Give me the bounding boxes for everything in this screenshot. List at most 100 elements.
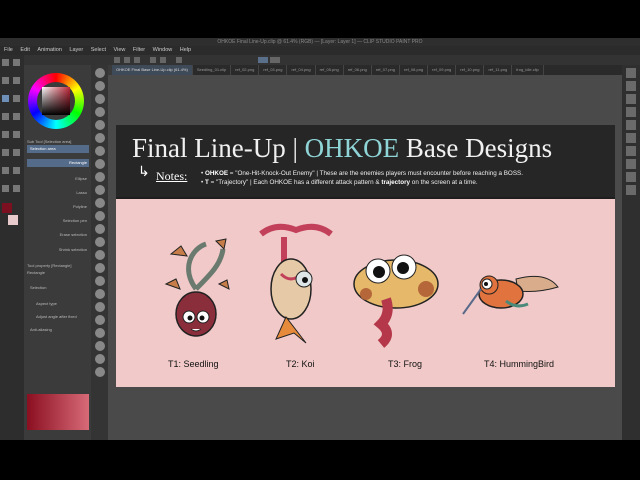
- sub-tool-group-selected[interactable]: Selection area: [27, 145, 89, 153]
- sub-tool-header: Sub Tool [Selection area]: [27, 139, 72, 144]
- tool-palette: [0, 55, 24, 440]
- layer-panel-icon[interactable]: [626, 68, 636, 78]
- sub-tool-item-selection-pen[interactable]: Selection pen: [27, 217, 89, 225]
- notes-arrow-icon: ↳: [138, 163, 150, 179]
- transform-icon[interactable]: [270, 57, 280, 63]
- menu-edit[interactable]: Edit: [20, 47, 29, 53]
- tab-doc[interactable]: ref_06.png: [344, 65, 372, 75]
- label-frog: T3: Frog: [388, 359, 423, 369]
- navigator-icon[interactable]: [626, 81, 636, 91]
- character-lineup: T1: Seedling T2: Koi T3: Frog T4: Hummin…: [116, 199, 615, 387]
- clear-icon[interactable]: [176, 57, 182, 63]
- text-tool-icon[interactable]: [2, 185, 9, 192]
- menu-help[interactable]: Help: [180, 47, 191, 53]
- note-line-2: • T = "Trajectory" | Each OHKOE has a di…: [201, 179, 478, 186]
- animation-icon[interactable]: [626, 172, 636, 182]
- tab-doc[interactable]: ref_07.png: [372, 65, 401, 75]
- figure-tool-icon[interactable]: [13, 167, 20, 174]
- page-title: Final Line-Up | OHKOE Base Designs: [132, 133, 553, 163]
- label-koi: T2: Koi: [286, 359, 315, 369]
- sub-tool-item-polyline[interactable]: Polyline: [27, 203, 89, 211]
- note-line-1: • OHKOE = "One-Hit-Knock-Out Enemy" | Th…: [201, 170, 523, 177]
- sub-tool-item-shrink-selection[interactable]: Shrink selection: [27, 246, 89, 254]
- title-accent: OHKOE: [304, 133, 400, 163]
- selection-tool-icon[interactable]: [2, 95, 9, 102]
- eyedropper-tool-icon[interactable]: [13, 95, 20, 102]
- prop-selection[interactable]: Selection: [30, 285, 46, 290]
- prop-aspect-type[interactable]: Aspect type: [36, 301, 57, 306]
- brush-size-strip: [91, 65, 108, 440]
- tab-doc[interactable]: ref_09.png: [428, 65, 457, 75]
- sub-tool-item-lasso[interactable]: Lasso: [27, 189, 89, 197]
- brush-tool-icon[interactable]: [2, 131, 9, 138]
- layer-property-icon[interactable]: [626, 94, 636, 104]
- command-bar: [0, 55, 640, 65]
- tool-property-name: Rectangle: [27, 270, 46, 275]
- letterbox-top: [0, 0, 640, 38]
- menu-view[interactable]: View: [114, 47, 126, 53]
- right-dock: [622, 65, 640, 440]
- window-title: OHKOE Final Line-Up.clip @ 61.4% (RGB) —…: [0, 38, 640, 46]
- slide-header: Final Line-Up | OHKOE Base Designs ↳ Not…: [116, 125, 615, 197]
- letterbox-bottom: [0, 440, 640, 480]
- tab-doc[interactable]: ref_03.png: [259, 65, 288, 75]
- pencil-tool-icon[interactable]: [13, 113, 20, 120]
- airbrush-tool-icon[interactable]: [13, 131, 20, 138]
- sub-tool-item-rectangle[interactable]: Rectangle: [27, 159, 89, 167]
- tab-main-document[interactable]: OHKOE Final Base Line-Up.clip (61.4%): [112, 65, 193, 75]
- main-color-swatch[interactable]: [2, 203, 12, 213]
- color-set-palette[interactable]: [27, 394, 89, 430]
- move-tool-icon[interactable]: [13, 77, 20, 84]
- balloon-tool-icon[interactable]: [13, 185, 20, 192]
- history-icon[interactable]: [626, 120, 636, 130]
- prop-anti-aliasing[interactable]: Anti-aliasing: [30, 327, 52, 332]
- prop-adjust-angle[interactable]: Adjust angle after fixed: [36, 314, 77, 319]
- menu-animation[interactable]: Animation: [37, 47, 61, 53]
- fill-tool-icon[interactable]: [13, 149, 20, 156]
- color-slider-icon[interactable]: [626, 185, 636, 195]
- open-icon[interactable]: [124, 57, 130, 63]
- seedling-character: [164, 238, 230, 337]
- tool-property-header: Tool property [Rectangle]: [27, 263, 72, 268]
- hand-tool-icon[interactable]: [13, 59, 20, 66]
- operation-tool-icon[interactable]: [2, 77, 9, 84]
- menu-bar: File Edit Animation Layer Select View Fi…: [0, 46, 640, 55]
- item-bank-icon[interactable]: [626, 133, 636, 143]
- new-icon[interactable]: [114, 57, 120, 63]
- save-icon[interactable]: [134, 57, 140, 63]
- undo-icon[interactable]: [150, 57, 156, 63]
- color-wheel[interactable]: [28, 73, 84, 129]
- tab-doc[interactable]: ref_08.png: [400, 65, 429, 75]
- pen-tool-icon[interactable]: [2, 113, 9, 120]
- sub-tool-item-erase-selection[interactable]: Erase selection: [27, 231, 89, 239]
- tab-doc[interactable]: ref_04.png: [287, 65, 316, 75]
- color-square[interactable]: [42, 87, 70, 115]
- tab-doc[interactable]: frog_idle.clip: [512, 65, 544, 75]
- gradient-tool-icon[interactable]: [2, 167, 9, 174]
- tab-doc[interactable]: ref_05.png: [316, 65, 344, 75]
- menu-select[interactable]: Select: [91, 47, 106, 53]
- redo-icon[interactable]: [160, 57, 166, 63]
- menu-filter[interactable]: Filter: [133, 47, 145, 53]
- tab-doc[interactable]: ref_11.png: [484, 65, 513, 75]
- sub-tool-item-ellipse[interactable]: Ellipse: [27, 175, 89, 183]
- menu-window[interactable]: Window: [153, 47, 173, 53]
- sub-view-icon[interactable]: [626, 146, 636, 156]
- eraser-tool-icon[interactable]: [2, 149, 9, 156]
- notes-label: Notes:: [156, 169, 188, 183]
- label-hummingbird: T4: HummingBird: [484, 359, 555, 369]
- menu-layer[interactable]: Layer: [69, 47, 83, 53]
- tab-doc[interactable]: Seedling_01.clip: [193, 65, 232, 75]
- search-icon[interactable]: [626, 159, 636, 169]
- selection-launcher-icon[interactable]: [258, 57, 268, 63]
- zoom-tool-icon[interactable]: [2, 59, 9, 66]
- material-icon[interactable]: [626, 107, 636, 117]
- hummingbird-character: [462, 275, 559, 315]
- tab-doc[interactable]: ref_02.png: [231, 65, 260, 75]
- document-tabs: OHKOE Final Base Line-Up.clip (61.4%) See…: [112, 65, 622, 75]
- label-seedling: T1: Seedling: [168, 359, 219, 369]
- menu-file[interactable]: File: [4, 47, 13, 53]
- sub-color-swatch[interactable]: [8, 215, 18, 225]
- tab-doc[interactable]: ref_10.png: [456, 65, 485, 75]
- koi-character: [259, 223, 333, 344]
